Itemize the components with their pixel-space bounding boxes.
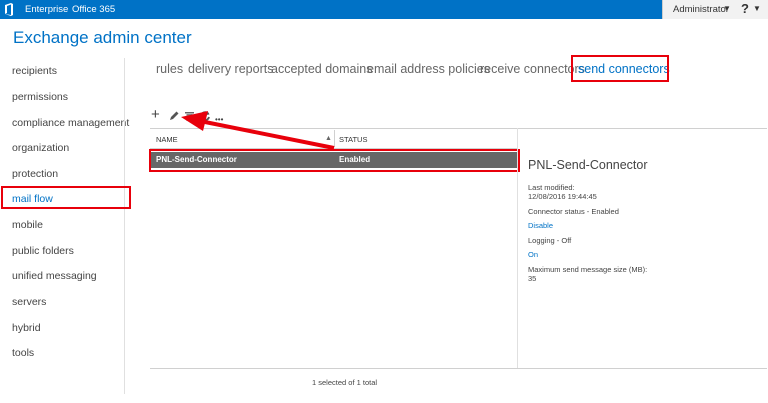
- annotation-arrow: [181, 111, 335, 150]
